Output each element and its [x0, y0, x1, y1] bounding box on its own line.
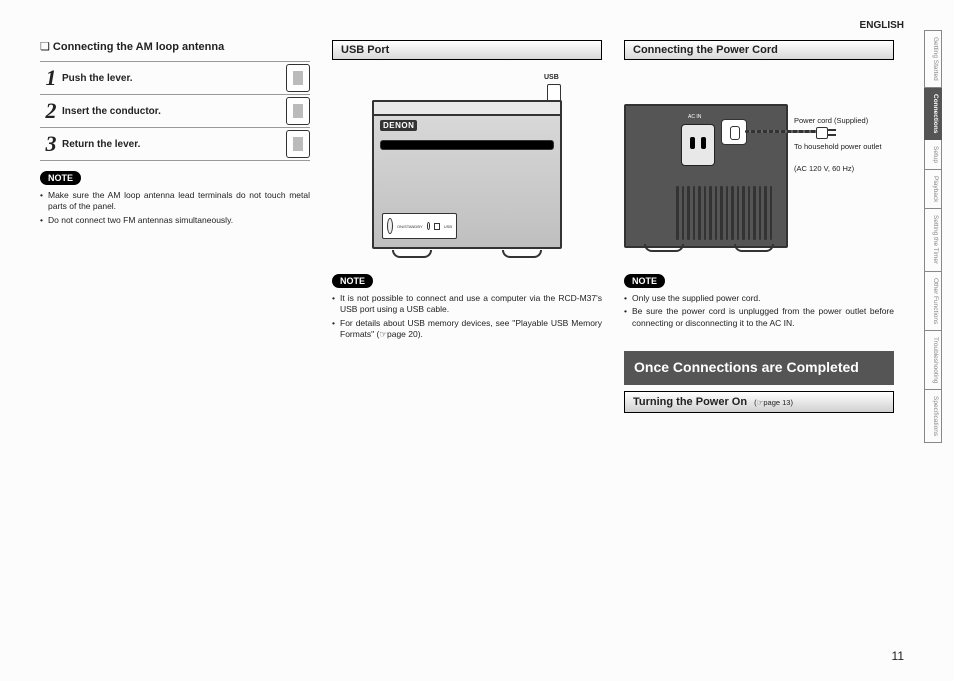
power-knob-icon — [387, 218, 393, 234]
step-text: Return the lever. — [62, 139, 286, 150]
disc-slot-icon — [380, 140, 554, 150]
to-outlet-label: To household power outlet — [794, 142, 884, 151]
language-label: ENGLISH — [860, 20, 904, 31]
completion-heading: Once Connections are Completed — [624, 351, 894, 385]
device-front-illustration: USB DENON ON/STANDBY USB — [362, 74, 572, 264]
page-content: Connecting the AM loop antenna 1 Push th… — [40, 20, 924, 413]
power-cord-icon — [745, 130, 817, 133]
rear-vent-icon — [676, 186, 782, 240]
usb-callout-label: USB — [544, 74, 559, 81]
note-list: Only use the supplied power cord. Be sur… — [624, 293, 894, 329]
power-on-heading: Turning the Power On (☞page 13) — [624, 391, 894, 413]
ac-rating-label: (AC 120 V, 60 Hz) — [794, 164, 854, 173]
tab-connections[interactable]: Connections — [924, 88, 942, 140]
tab-troubleshooting[interactable]: Troubleshooting — [924, 331, 942, 390]
step-number: 1 — [40, 65, 62, 91]
brand-label: DENON — [380, 120, 417, 131]
page-number: 11 — [892, 649, 904, 663]
device-foot-icon — [392, 250, 432, 258]
plug-prong-icon — [827, 134, 836, 136]
step-1: 1 Push the lever. — [40, 61, 310, 95]
page-ref: (☞page 13) — [754, 398, 793, 407]
note-list: Make sure the AM loop antenna lead termi… — [40, 190, 310, 226]
note-item: For details about USB memory devices, se… — [332, 318, 602, 341]
tab-setup[interactable]: Setup — [924, 140, 942, 170]
step-text: Push the lever. — [62, 73, 286, 84]
note-item: Make sure the AM loop antenna lead termi… — [40, 190, 310, 213]
note-item: Be sure the power cord is unplugged from… — [624, 306, 894, 329]
am-heading: Connecting the AM loop antenna — [40, 40, 310, 53]
tab-other-functions[interactable]: Other Functions — [924, 272, 942, 331]
step-2: 2 Insert the conductor. — [40, 95, 310, 128]
cord-supplied-label: Power cord (Supplied) — [794, 116, 868, 125]
usb-port-label: USB — [444, 224, 452, 229]
note-badge: NOTE — [40, 171, 81, 185]
device-foot-icon — [644, 244, 684, 252]
lever-return-icon — [286, 130, 310, 158]
step-text: Insert the conductor. — [62, 106, 286, 117]
tab-getting-started[interactable]: Getting Started — [924, 30, 942, 88]
plug-prong-icon — [827, 129, 836, 131]
col-am-antenna: Connecting the AM loop antenna 1 Push th… — [40, 20, 310, 413]
col-usb-port: USB Port USB DENON ON/STANDBY USB — [332, 40, 602, 413]
headphone-jack-icon — [427, 222, 431, 230]
ac-in-label: AC IN — [688, 114, 701, 120]
device-rear-illustration: AC IN Power cord (Supplied) — [624, 74, 884, 264]
lever-push-icon — [286, 64, 310, 92]
usb-heading: USB Port — [332, 40, 602, 60]
note-item: Only use the supplied power cord. — [624, 293, 894, 304]
note-item: Do not connect two FM antennas simultane… — [40, 215, 310, 226]
power-heading: Connecting the Power Cord — [624, 40, 894, 60]
usb-port-icon — [434, 223, 439, 230]
col-power-cord: Connecting the Power Cord AC IN — [624, 40, 894, 413]
section-tabs: Getting Started Connections Setup Playba… — [924, 30, 942, 443]
tab-setting-timer[interactable]: Setting the Timer — [924, 209, 942, 271]
am-steps: 1 Push the lever. 2 Insert the conductor… — [40, 61, 310, 161]
tab-playback[interactable]: Playback — [924, 170, 942, 209]
note-list: It is not possible to connect and use a … — [332, 293, 602, 341]
ac-inlet-icon — [681, 124, 715, 166]
insert-conductor-icon — [286, 97, 310, 125]
rear-panel: AC IN — [624, 104, 788, 248]
device-body: DENON ON/STANDBY USB — [372, 114, 562, 249]
front-controls: ON/STANDBY USB — [382, 213, 457, 239]
step-number: 2 — [40, 98, 62, 124]
standby-label: ON/STANDBY — [397, 224, 423, 229]
note-badge: NOTE — [332, 274, 373, 288]
plug-connector-icon — [721, 119, 747, 145]
device-foot-icon — [734, 244, 774, 252]
device-foot-icon — [502, 250, 542, 258]
note-badge: NOTE — [624, 274, 665, 288]
step-number: 3 — [40, 131, 62, 157]
manual-page: ENGLISH Connecting the AM loop antenna 1… — [0, 0, 954, 681]
power-on-text: Turning the Power On — [633, 396, 747, 408]
tab-specifications[interactable]: Specifications — [924, 390, 942, 443]
step-3: 3 Return the lever. — [40, 128, 310, 161]
note-item: It is not possible to connect and use a … — [332, 293, 602, 316]
